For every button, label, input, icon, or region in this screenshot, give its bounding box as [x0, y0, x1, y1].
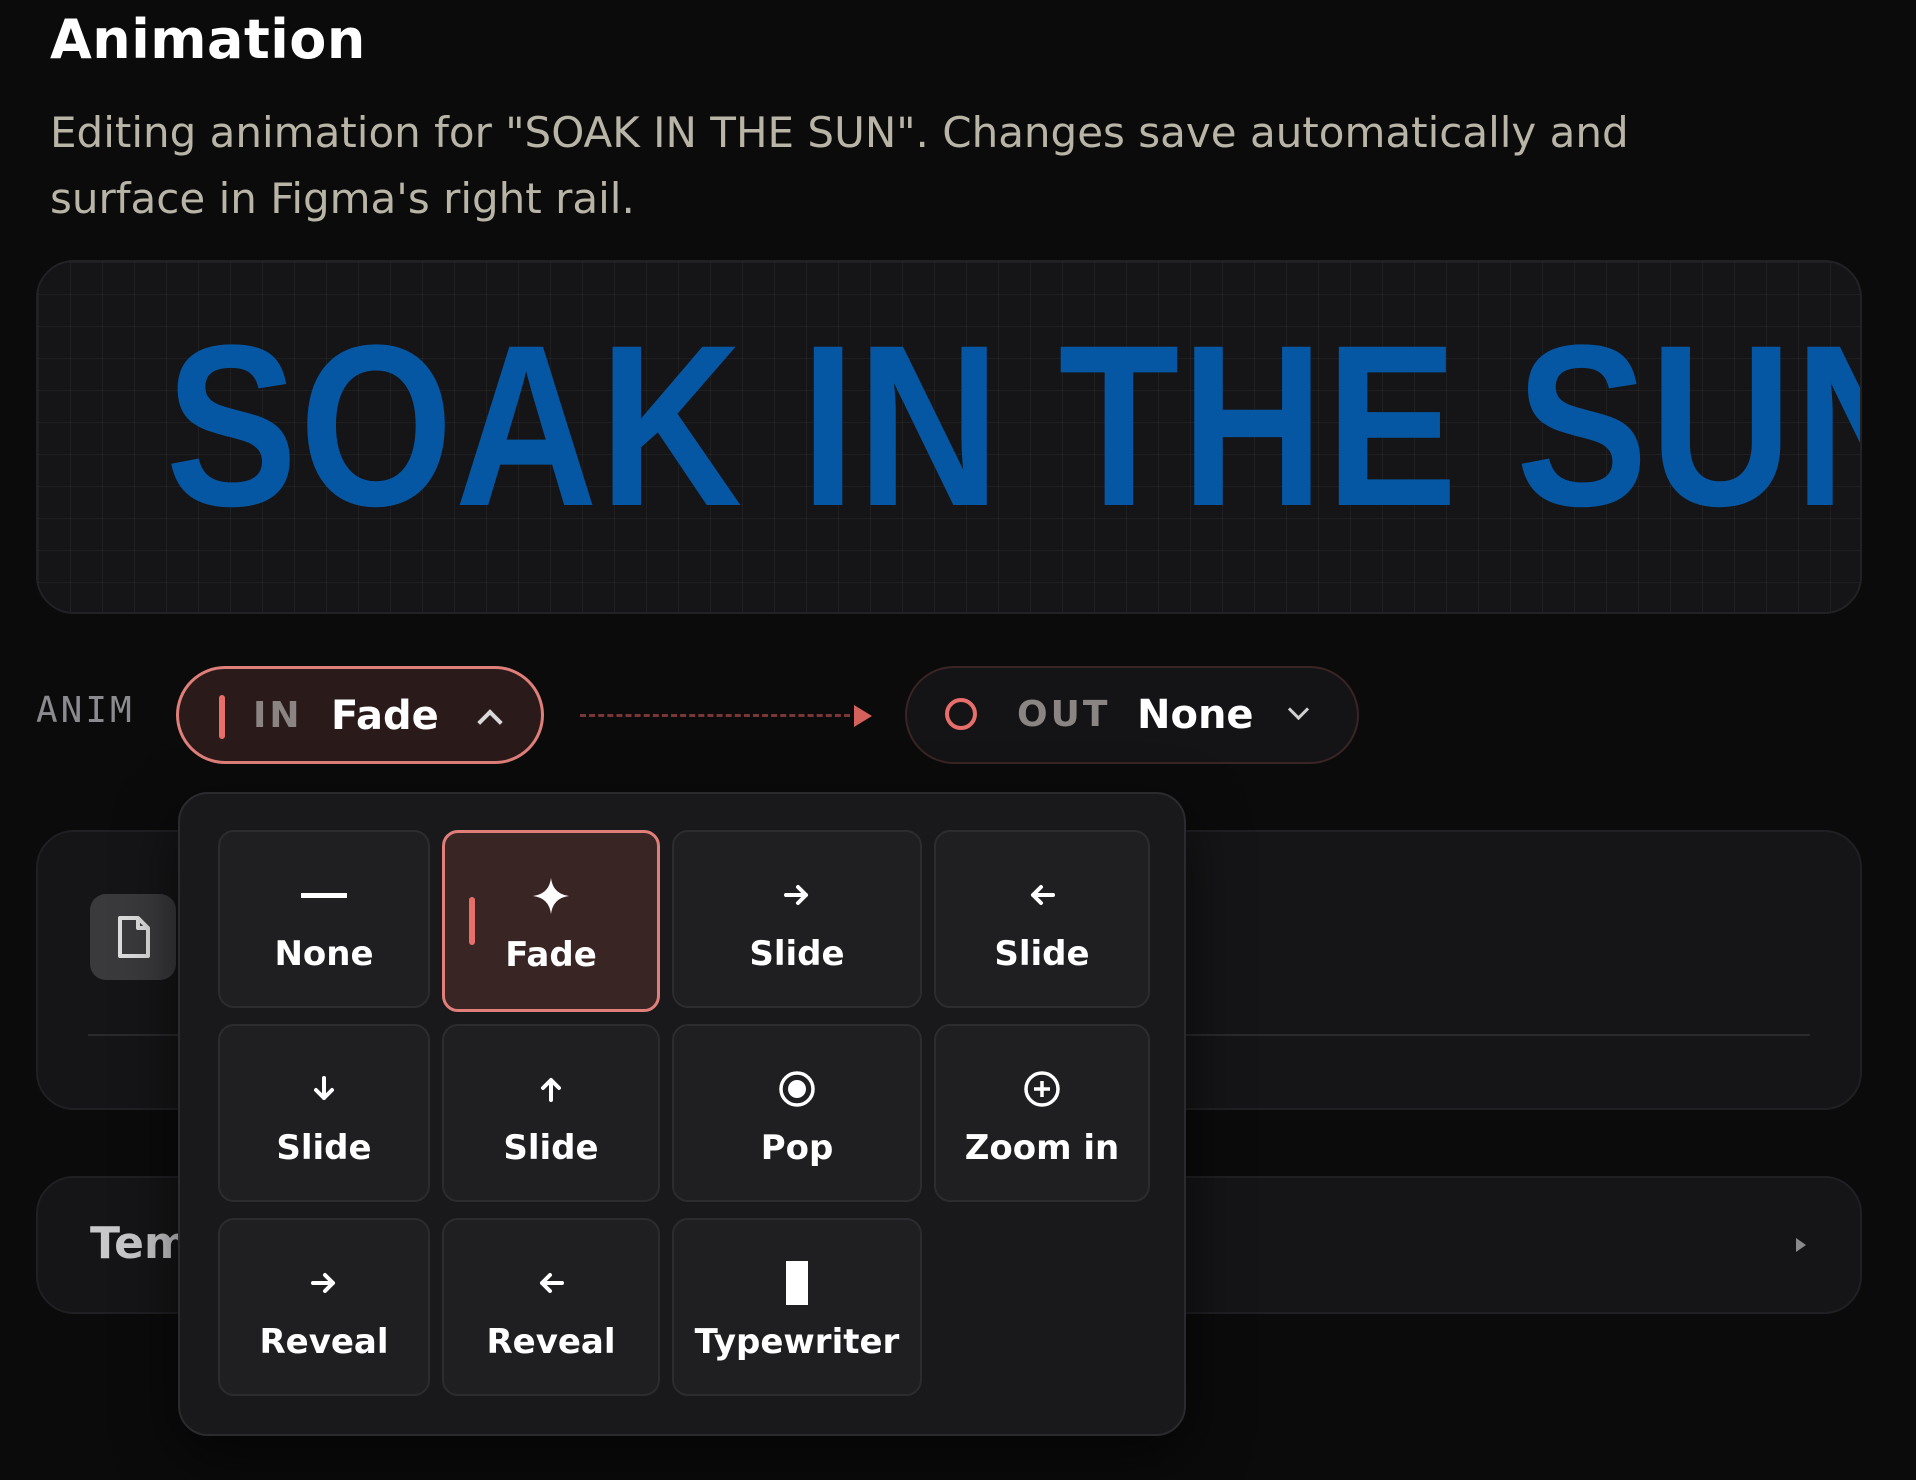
anim-out-value: None [1137, 692, 1254, 738]
anim-in-keyword: IN [253, 695, 303, 736]
dash-icon [220, 870, 428, 920]
option-reveal-right[interactable]: Reveal [218, 1218, 430, 1396]
arrow-left-icon [444, 1258, 658, 1308]
option-slide-down[interactable]: Slide [218, 1024, 430, 1202]
option-label: Typewriter [694, 1322, 900, 1362]
anim-out-keyword: OUT [1017, 694, 1111, 735]
option-label: None [274, 934, 374, 974]
circle-icon [945, 698, 977, 730]
option-typewriter[interactable]: Typewriter [672, 1218, 922, 1396]
option-reveal-left[interactable]: Reveal [442, 1218, 660, 1396]
arrow-down-icon [220, 1064, 428, 1114]
option-fade[interactable]: Fade [442, 830, 660, 1012]
text-preview: SOAK IN THE SUN [36, 260, 1862, 614]
arrow-right-icon [854, 705, 872, 727]
anim-in-selector[interactable]: IN Fade [176, 666, 544, 764]
anim-in-value: Fade [331, 693, 439, 739]
connector-line [580, 714, 850, 717]
arrow-right-icon [674, 870, 920, 920]
option-label: Reveal [259, 1322, 389, 1362]
anim-out-selector[interactable]: OUT None [905, 666, 1359, 764]
option-slide-right[interactable]: Slide [672, 830, 922, 1008]
template-card-label: Tem [90, 1218, 190, 1269]
option-label: Zoom in [964, 1128, 1120, 1168]
chevron-up-icon [477, 709, 503, 735]
option-label: Slide [749, 934, 845, 974]
fade-bar-icon [219, 695, 225, 739]
animation-in-dropdown: None Fade Slide Slide Slide Slide Pop Zo… [178, 792, 1186, 1436]
option-slide-up[interactable]: Slide [442, 1024, 660, 1202]
anim-label: ANIM [36, 690, 135, 731]
arrow-right-icon [220, 1258, 428, 1308]
option-pop[interactable]: Pop [672, 1024, 922, 1202]
page-title: Animation [50, 8, 366, 71]
cursor-block-icon [674, 1258, 920, 1308]
option-label: Slide [276, 1128, 372, 1168]
option-label: Reveal [486, 1322, 616, 1362]
chevron-down-icon [1287, 698, 1310, 721]
preview-text: SOAK IN THE SUN [165, 297, 1862, 554]
plus-circle-icon [936, 1064, 1148, 1114]
caret-right-icon [1796, 1238, 1806, 1252]
arrow-left-icon [936, 870, 1148, 920]
option-label: Pop [760, 1128, 834, 1168]
option-label: Fade [505, 935, 597, 975]
sparkle-icon [445, 871, 657, 921]
option-zoom-in[interactable]: Zoom in [934, 1024, 1150, 1202]
page-subtitle: Editing animation for "SOAK IN THE SUN".… [50, 108, 1629, 223]
option-none[interactable]: None [218, 830, 430, 1008]
arrow-up-icon [444, 1064, 658, 1114]
target-icon [674, 1064, 920, 1114]
document-button[interactable] [90, 894, 176, 980]
option-slide-left[interactable]: Slide [934, 830, 1150, 1008]
option-label: Slide [994, 934, 1090, 974]
document-icon [118, 916, 150, 958]
animation-page: Animation Editing animation for "SOAK IN… [0, 0, 1916, 1480]
option-label: Slide [503, 1128, 599, 1168]
